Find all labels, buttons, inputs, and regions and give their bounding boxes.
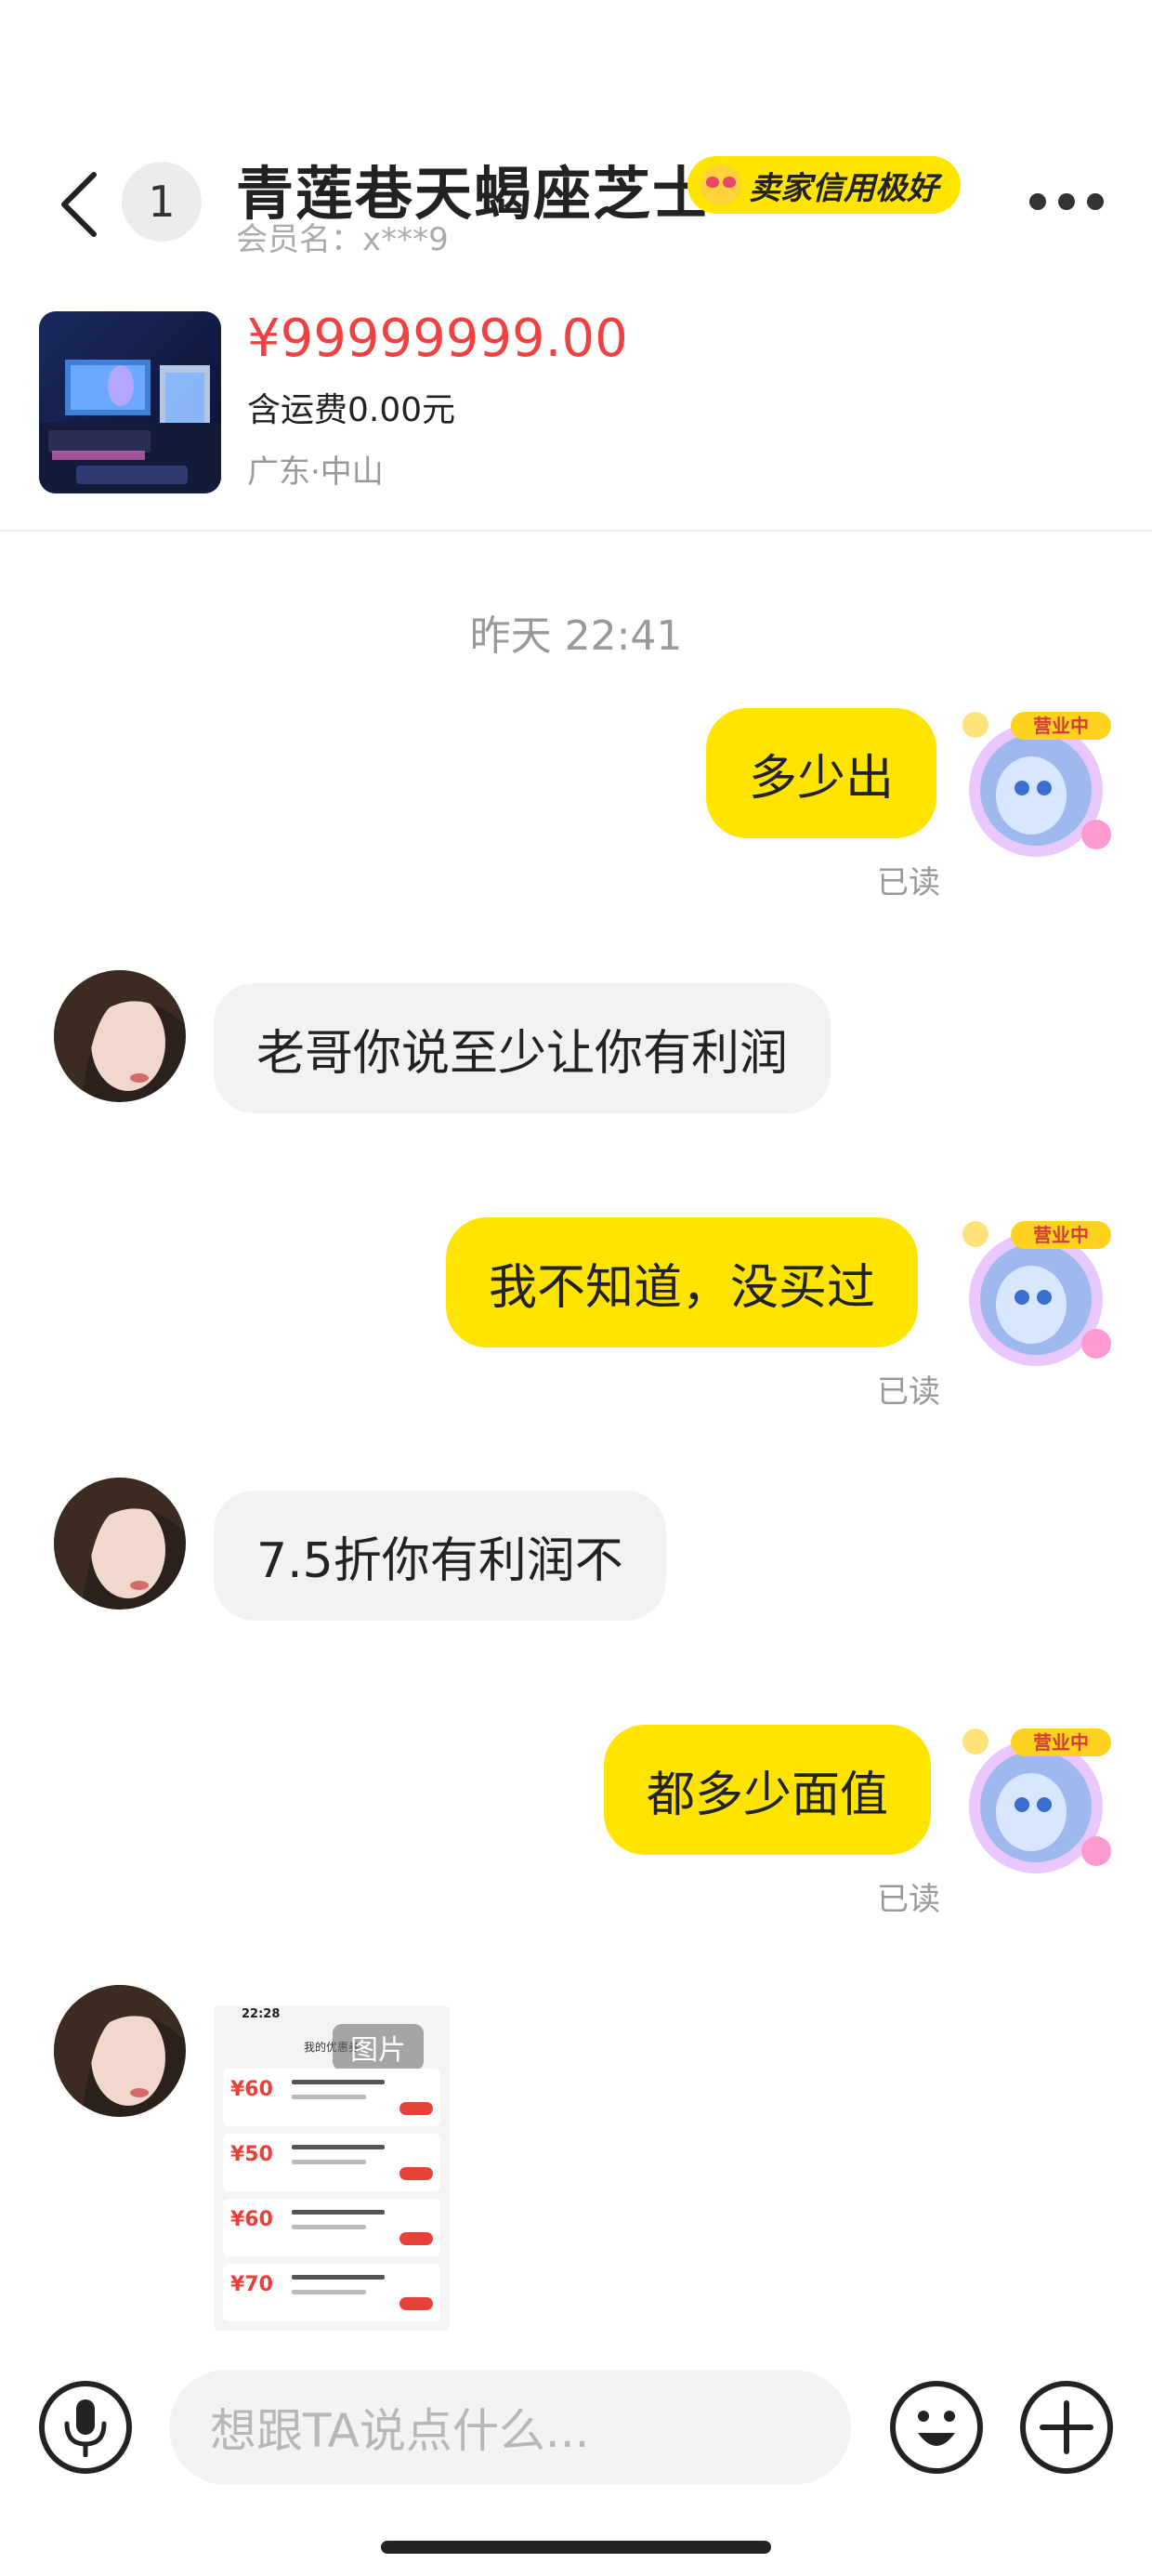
member-name: 会员名：x***9 — [236, 221, 449, 258]
gaming-setup-image — [39, 311, 221, 493]
my-message-bubble[interactable]: 我不知道，没买过 — [446, 1217, 919, 1347]
seller-avatar[interactable] — [54, 970, 186, 1102]
microphone-icon — [64, 2399, 107, 2457]
person-avatar-image — [54, 970, 186, 1102]
coupon-preview: ¥70 — [223, 2264, 440, 2321]
my-avatar[interactable]: 营业中 — [957, 1214, 1115, 1372]
svg-text:营业中: 营业中 — [1033, 715, 1089, 737]
coupon-preview: ¥50 — [223, 2134, 440, 2191]
shipping-info: 含运费0.00元 — [247, 391, 456, 429]
preview-status-time: 22:28 — [242, 2007, 281, 2021]
unread-count-badge[interactable]: 1 — [122, 162, 202, 242]
person-avatar-image — [54, 1478, 186, 1610]
smiley-icon — [918, 2411, 955, 2446]
svg-text:营业中: 营业中 — [1033, 1731, 1089, 1754]
message-input[interactable]: 想跟TA说点什么... — [169, 2370, 851, 2485]
product-card[interactable]: ¥99999999.00 含运费0.00元 广东·中山 — [0, 288, 1152, 532]
plus-icon — [1040, 2400, 1093, 2454]
voice-button[interactable] — [39, 2381, 132, 2474]
person-avatar-image — [54, 1985, 186, 2117]
read-status: 已读 — [877, 1373, 940, 1411]
my-avatar[interactable]: 营业中 — [957, 1721, 1115, 1879]
cat-avatar-icon: 营业中 — [962, 1221, 1111, 1366]
chevron-left-icon — [61, 172, 97, 237]
back-button[interactable] — [51, 167, 107, 242]
coupon-preview: ¥60 — [223, 2069, 440, 2126]
seller-avatar[interactable] — [54, 1478, 186, 1610]
my-avatar[interactable]: 营业中 — [957, 704, 1115, 862]
cat-avatar-icon: 营业中 — [962, 712, 1111, 857]
image-tag: 图片 — [333, 2024, 424, 2070]
product-location: 广东·中山 — [247, 453, 384, 491]
read-status: 已读 — [877, 864, 940, 901]
product-price: ¥99999999.00 — [247, 309, 628, 369]
chat-header: 1 青莲巷天蝎座芝士 卖家信用极好 会员名：x***9 — [0, 0, 1152, 279]
their-message-bubble[interactable]: 7.5折你有利润不 — [214, 1491, 666, 1621]
heart-eyes-icon — [700, 164, 741, 205]
coupon-preview: ¥60 — [223, 2199, 440, 2256]
credit-badge[interactable]: 卖家信用极好 — [687, 156, 961, 214]
seller-avatar[interactable] — [54, 1985, 186, 2117]
cat-avatar-icon: 营业中 — [962, 1728, 1111, 1873]
my-message-bubble[interactable]: 多少出 — [706, 708, 937, 838]
more-options-button[interactable] — [1029, 186, 1104, 217]
product-thumbnail[interactable] — [39, 311, 221, 493]
read-status: 已读 — [877, 1881, 940, 1918]
chat-timestamp: 昨天 22:41 — [469, 612, 683, 660]
svg-text:营业中: 营业中 — [1033, 1224, 1089, 1246]
more-dots-icon — [1029, 193, 1046, 210]
home-indicator[interactable] — [381, 2541, 771, 2554]
emoji-button[interactable] — [890, 2381, 983, 2474]
image-message[interactable]: 22:28 我的优惠券 图片 ¥60 ¥50 ¥60 ¥70 — [214, 2005, 450, 2331]
their-message-bubble[interactable]: 老哥你说至少让你有利润 — [214, 983, 831, 1113]
my-message-bubble[interactable]: 都多少面值 — [604, 1725, 932, 1855]
plus-button[interactable] — [1020, 2381, 1113, 2474]
credit-badge-label: 卖家信用极好 — [749, 169, 938, 207]
